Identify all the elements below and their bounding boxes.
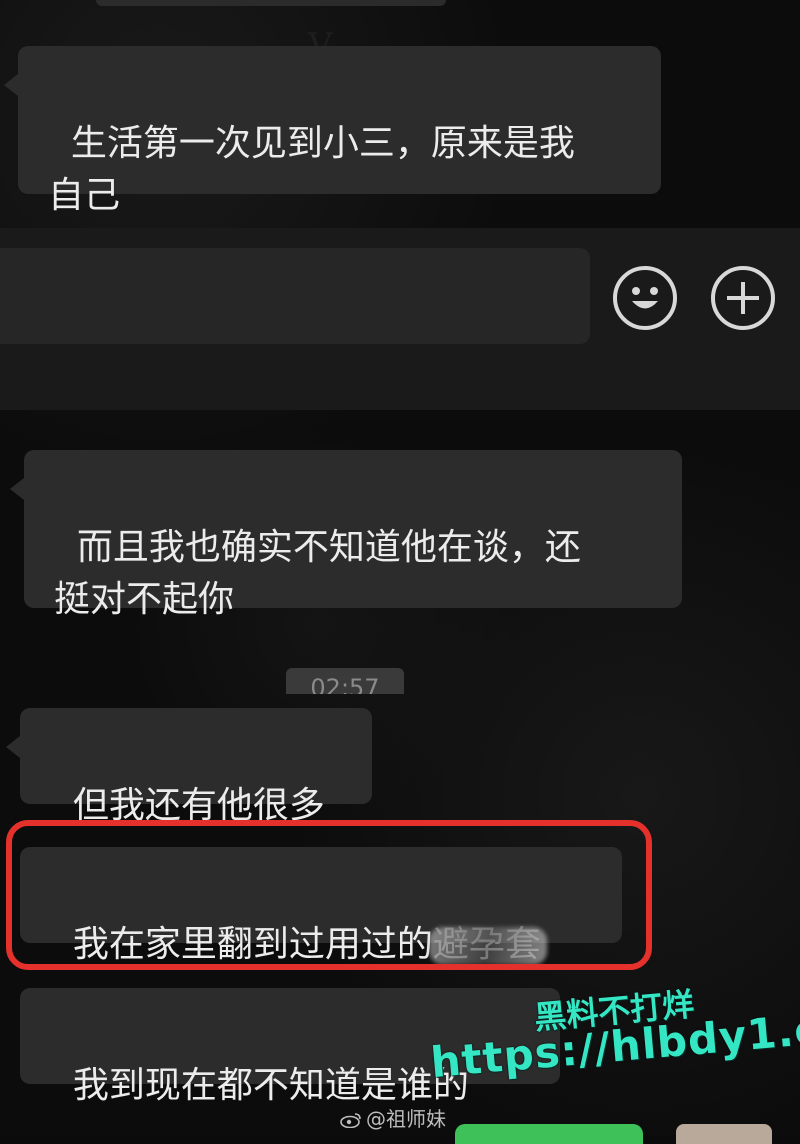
message-bubble[interactable]: 但我还有他很多 — [6, 708, 372, 826]
sent-message-bubble-edge — [455, 1124, 643, 1144]
plus-circle-icon[interactable] — [711, 266, 775, 330]
message-text: 而且我也确实不知道他在谈，还 挺对不起你 — [54, 527, 581, 620]
weibo-icon — [340, 1113, 361, 1128]
message-bubble[interactable]: 而且我也确实不知道他在谈，还 挺对不起你 — [10, 450, 682, 620]
previous-message-bubble-edge — [96, 0, 446, 6]
message-input[interactable] — [0, 248, 590, 344]
smiley-face-icon[interactable] — [613, 266, 677, 330]
weibo-credit: @祖师妹 — [340, 1103, 446, 1132]
avatar[interactable] — [676, 1124, 772, 1144]
credit-text: @祖师妹 — [366, 1107, 446, 1131]
red-highlight-box — [6, 820, 652, 970]
timestamp-label: 02:57 — [286, 668, 404, 694]
message-bubble[interactable]: 生活第一次见到小三，原来是我 自己 — [4, 46, 661, 216]
message-text: 我到现在都不知道是谁的 — [72, 1065, 469, 1106]
